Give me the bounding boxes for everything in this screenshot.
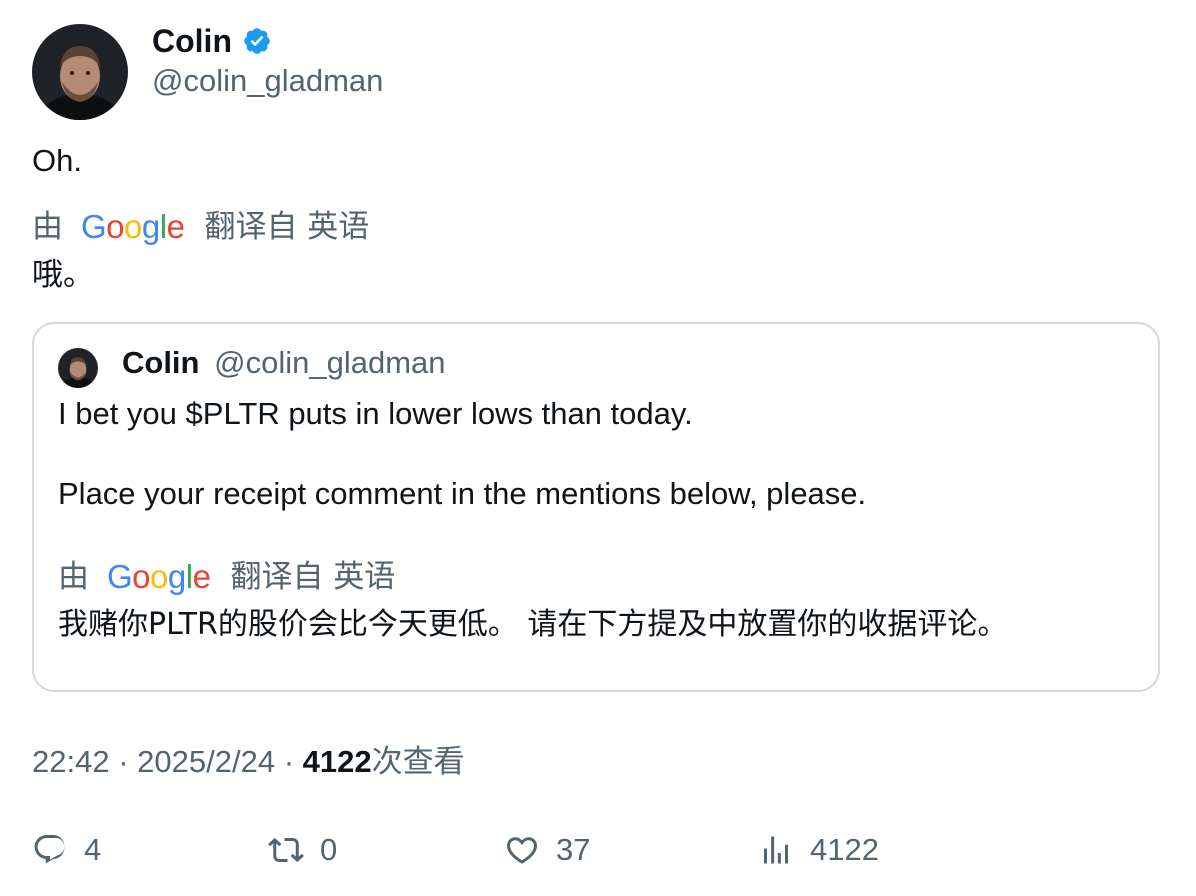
author-name-text: Colin [152, 23, 232, 59]
views-icon [764, 836, 788, 864]
author-handle[interactable]: @colin_gladman [152, 62, 383, 100]
quoted-tweet-card[interactable]: Colin @colin_gladman I bet you $PLTR put… [32, 322, 1160, 692]
quoted-translation-attribution: 由 Google 翻译自 英语 [58, 558, 395, 596]
meta-separator: · [283, 744, 295, 779]
reply-button[interactable]: 4 [32, 828, 101, 872]
tweet-translated-text: 哦。 [32, 257, 94, 293]
repost-count: 0 [320, 832, 338, 867]
tweet-meta: 22:42 · 2025/2/24 · 4122次查看 [32, 742, 465, 782]
translation-by-label: 由 [32, 209, 63, 245]
quoted-tweet-paragraph: Place your receipt comment in the mentio… [58, 476, 867, 511]
translation-source-label: 翻译自 英语 [204, 209, 370, 245]
views-button[interactable]: 4122 [758, 828, 879, 872]
author-name[interactable]: Colin [152, 22, 272, 60]
verified-badge-icon[interactable] [242, 26, 272, 56]
google-logo: Google [107, 558, 211, 595]
like-count: 37 [556, 832, 591, 867]
quoted-tweet-paragraph: I bet you $PLTR puts in lower lows than … [58, 396, 693, 431]
tweet-date[interactable]: 2025/2/24 [137, 744, 275, 779]
views-label: 次查看 [371, 744, 465, 780]
translation-attribution: 由 Google 翻译自 英语 [32, 208, 369, 246]
quoted-author-avatar [58, 348, 98, 388]
reply-count: 4 [84, 832, 102, 867]
quoted-translated-text: 我赌你PLTR的股价会比今天更低。 请在下方提及中放置你的收据评论。 [58, 607, 1008, 642]
quoted-tweet-body: I bet you $PLTR puts in lower lows than … [58, 394, 1138, 514]
repost-icon [268, 837, 304, 863]
google-logo: Google [81, 208, 185, 245]
quoted-author-name: Colin [122, 345, 200, 380]
quoted-tweet-header: Colin @colin_gladman [122, 344, 446, 382]
tweet-text: Oh. [32, 143, 82, 178]
meta-separator: · [118, 744, 129, 779]
tweet-time[interactable]: 22:42 [32, 744, 110, 779]
repost-button[interactable]: 0 [268, 828, 337, 872]
like-icon [506, 837, 538, 864]
translation-by-label: 由 [58, 559, 89, 595]
like-button[interactable]: 37 [504, 828, 590, 872]
views-action-count: 4122 [810, 832, 879, 867]
author-avatar[interactable] [32, 24, 128, 120]
translation-source-label: 翻译自 英语 [230, 559, 396, 595]
reply-icon [34, 835, 65, 864]
views-count: 4122 [302, 744, 372, 779]
quoted-author-handle: @colin_gladman [214, 345, 446, 380]
